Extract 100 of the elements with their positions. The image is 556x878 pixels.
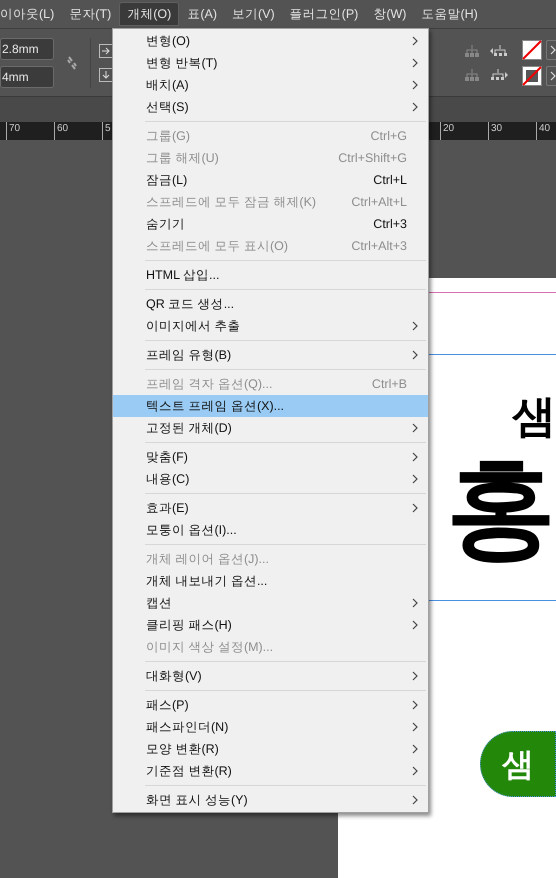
menu-item-label: 화면 표시 성능(Y) [146,792,248,809]
shortcut-text: Ctrl+Alt+L [351,194,407,211]
menu-bar-item[interactable]: 도움말(H) [414,2,485,26]
chevron-right-icon [412,102,418,112]
menu-bar-item[interactable]: 창(W) [366,2,414,26]
chevron-right-icon [412,598,418,608]
shortcut-text: Ctrl+L [373,172,407,189]
menu-item-label: 프레임 격자 옵션(Q)... [146,376,272,393]
chevron-right-icon [412,423,418,433]
menu-item-label: 내용(C) [146,470,190,488]
menu-bar-item[interactable]: 보기(V) [224,2,282,26]
menu-item[interactable]: HTML 삽입... [113,264,428,286]
menu-item-label: 대화형(V) [146,668,202,685]
menu-item[interactable]: 기준점 변환(R) [113,760,428,782]
headline-text: 샘 [512,395,556,439]
input-field[interactable]: 2.8mm [0,38,54,60]
menu-item-label: 맞춤(F) [146,448,188,466]
ruler-label: 20 [442,122,454,136]
menu-item-label: 프레임 유형(B) [146,346,232,364]
menu-item-label: 효과(E) [146,500,189,517]
menu-item[interactable]: 텍스트 프레임 옵션(X)... [113,395,428,417]
menu-item-label: 개체 내보내기 옵션... [146,572,268,590]
shortcut-text: Ctrl+Shift+G [338,150,407,167]
menu-item-label: 스프레드에 모두 잠금 해제(K) [146,194,316,211]
chevron-right-icon [412,503,418,513]
shortcut-text: Ctrl+3 [373,216,407,233]
chevron-right-icon [412,620,418,630]
chevron-right-icon [412,722,418,732]
menu-item[interactable]: QR 코드 생성... [113,293,428,315]
menu-item[interactable]: 클리핑 패스(H) [113,614,428,636]
menu-item-label: 패스(P) [146,696,189,714]
chevron-right-icon [412,36,418,46]
dropdown-button[interactable] [546,66,556,86]
menu-item-label: 변형 반복(T) [146,54,218,72]
shortcut-text: Ctrl+B [372,376,407,393]
ruler-label: 40 [538,122,550,136]
menu-item[interactable]: 고정된 개체(D) [113,417,428,439]
chevron-right-icon [412,795,418,805]
menu-item[interactable]: 맞춤(F) [113,446,428,468]
menu-item[interactable]: 내용(C) [113,468,428,490]
no-stroke-swatch-icon[interactable] [522,66,542,86]
hierarchy-icon[interactable] [490,44,508,58]
shortcut-text: Ctrl+Alt+3 [351,238,407,255]
menu-item[interactable]: 효과(E) [113,497,428,519]
chevron-right-icon [412,58,418,68]
menu-item-label: 잠금(L) [146,172,188,189]
no-fill-swatch-icon[interactable] [522,40,542,60]
ruler-label: 5 [104,122,111,136]
menu-item-label: 배치(A) [146,76,189,94]
chevron-right-icon [412,452,418,462]
chevron-right-icon [412,80,418,90]
chevron-right-icon [550,44,556,54]
menu-item[interactable]: 변형(O) [113,30,428,52]
menu-item-label: 이미지에서 추출 [146,318,240,335]
menu-item[interactable]: 프레임 유형(B) [113,344,428,366]
menu-item-label: 모양 변환(R) [146,740,219,758]
input-field[interactable]: 4mm [0,66,54,88]
menu-item[interactable]: 배치(A) [113,74,428,96]
menu-item-label: 고정된 개체(D) [146,420,232,437]
menu-item-label: 변형(O) [146,32,190,50]
menu-item[interactable]: 캡션 [113,592,428,614]
menu-item[interactable]: 변형 반복(T) [113,52,428,74]
menu-item-label: 패스파인더(N) [146,718,228,736]
chevron-right-icon [412,700,418,710]
menu-item[interactable]: 모양 변환(R) [113,738,428,760]
menu-item-label: 그룹 해제(U) [146,150,219,167]
menu-item[interactable]: 개체 내보내기 옵션... [113,570,428,592]
menu-bar-item[interactable]: 문자(T) [62,2,118,26]
ruler-label: 30 [490,122,502,136]
shortcut-text: Ctrl+G [370,128,407,145]
menu-item-label: 모퉁이 옵션(I)... [146,522,237,539]
chevron-right-icon [550,70,556,80]
menu-item[interactable]: 모퉁이 옵션(I)... [113,519,428,541]
menu-item-label: 클리핑 패스(H) [146,616,232,634]
chevron-right-icon [412,350,418,360]
menu-item[interactable]: 잠금(L) Ctrl+L [113,169,428,191]
menu-item[interactable]: 이미지에서 추출 [113,315,428,337]
menu-item[interactable]: 대화형(V) [113,665,428,687]
title-text: 홍 [446,453,556,563]
menu-item[interactable]: 숨기기 Ctrl+3 [113,213,428,235]
menu-item[interactable]: 패스파인더(N) [113,716,428,738]
hierarchy-icon[interactable] [490,68,508,82]
menu-item-label: 선택(S) [146,98,189,116]
chevron-right-icon [412,744,418,754]
menu-bar-item[interactable]: 개체(O) [119,2,180,26]
menu-bar-item[interactable]: 이아웃(L) [0,2,62,26]
menu-item-label: HTML 삽입... [146,266,220,284]
menu-item-label: 숨기기 [146,216,185,233]
menu-item[interactable]: 패스(P) [113,694,428,716]
dropdown-button[interactable] [546,40,556,60]
menu-item-label: 기준점 변환(R) [146,762,232,780]
ruler-label: 70 [8,122,20,136]
menu-item-label: 텍스트 프레임 옵션(X)... [146,398,284,415]
broken-link-icon[interactable] [66,54,78,70]
menu-bar-item[interactable]: 플러그인(P) [282,2,366,26]
menu-bar-item[interactable]: 표(A) [180,2,224,26]
ruler-label: 60 [56,122,68,136]
menu-item-label: 개체 레이어 옵션(J)... [146,550,269,568]
menu-item[interactable]: 화면 표시 성능(Y) [113,789,428,811]
chevron-right-icon [412,671,418,681]
